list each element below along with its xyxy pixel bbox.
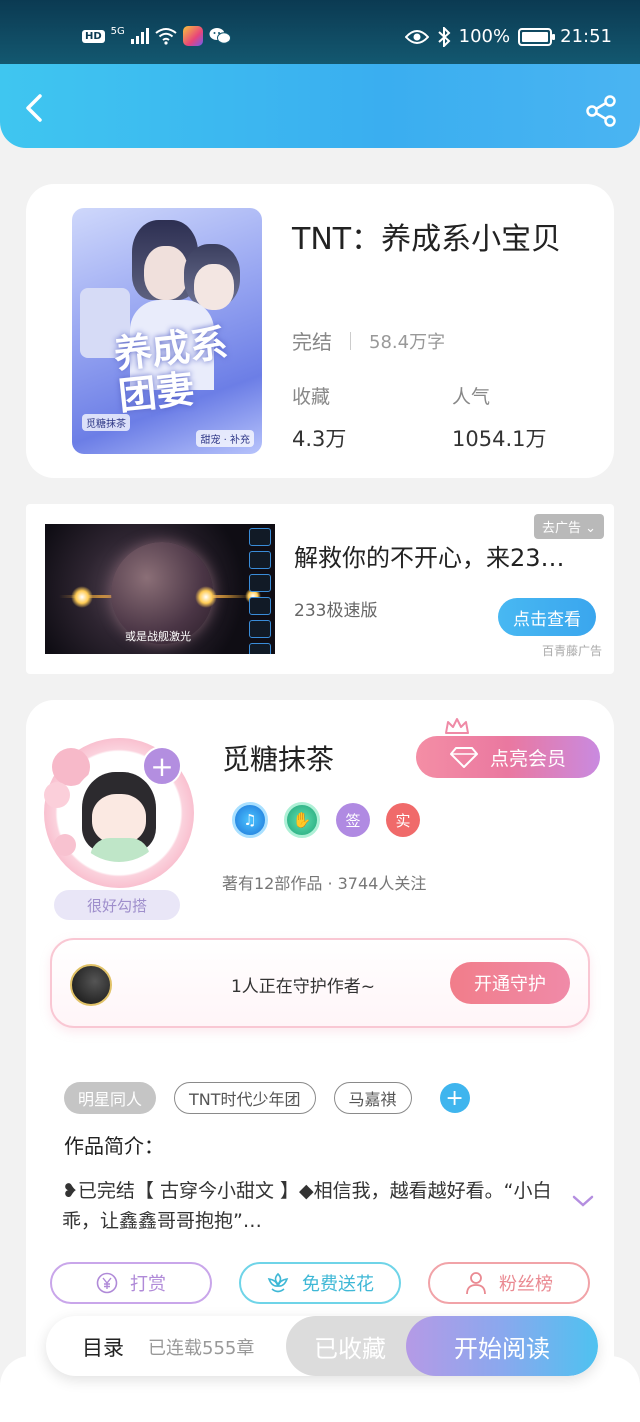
favorites-value: 4.3万 [292, 427, 347, 451]
popularity-stat: 人气 1054.1万 [452, 382, 546, 453]
wifi-icon [155, 28, 177, 45]
intro-label: 作品简介： [64, 1134, 164, 1158]
ad-caption: 或是战舰激光 [125, 630, 191, 643]
chapter-count[interactable]: 已连载555章 [148, 1334, 254, 1360]
verified-badge[interactable]: 实 [386, 803, 420, 837]
open-guard-button[interactable]: 开通守护 [450, 962, 570, 1004]
avatar-tag: 很好勾搭 [54, 890, 180, 920]
chevron-down-icon: ⌄ [585, 521, 596, 536]
remove-ad-button[interactable]: 去广告 ⌄ [533, 514, 604, 539]
cover-art [194, 264, 234, 310]
intro-text[interactable]: ❥已完结【 古穿今小甜文 】◆相信我，越看越好看。“小白乖，让鑫鑫哥哥抱抱”… [62, 1176, 556, 1236]
cover-author: 觅糖抹茶 [82, 414, 130, 431]
vip-button[interactable]: 点亮会员 [416, 736, 600, 778]
handshake-badge-icon[interactable]: ✋ [284, 802, 320, 838]
meta-divider [350, 331, 351, 350]
send-flower-label: 免费送花 [302, 1274, 374, 1295]
author-badges: ♫ ✋ 签 实 [232, 802, 420, 838]
ad-image[interactable]: 或是战舰激光 [45, 524, 275, 654]
user-icon [466, 1272, 486, 1295]
ad-banner[interactable]: 或是战舰激光 解救你的不开心，来233极速版 233极速版 去广告 ⌄ 点击查看… [26, 504, 614, 674]
music-badge-icon[interactable]: ♫ [232, 802, 268, 838]
book-title: TNT：养成系小宝贝 [292, 222, 562, 257]
flower-icon [267, 1272, 289, 1293]
ad-source: 百青藤广告 [541, 644, 602, 658]
book-cover[interactable]: 养成系团妻 觅糖抹茶 甜宠 · 补充 [72, 208, 262, 454]
yen-icon [96, 1272, 118, 1294]
tag-item[interactable]: TNT时代少年团 [174, 1082, 316, 1114]
tip-button[interactable]: 打赏 [50, 1262, 212, 1304]
follow-plus-button[interactable]: + [142, 746, 182, 786]
guard-panel: 1人正在守护作者~ 开通守护 [50, 938, 590, 1028]
ad-art [249, 528, 271, 654]
avatar-art [90, 838, 150, 862]
book-meta: 完结 58.4万字 [292, 326, 445, 355]
signed-badge[interactable]: 签 [336, 803, 370, 837]
favorites-label: 收藏 [292, 386, 331, 408]
author-name[interactable]: 觅糖抹茶 [222, 738, 334, 778]
crown-icon [445, 718, 469, 734]
share-icon[interactable] [584, 94, 618, 128]
ad-cta-button[interactable]: 点击查看 [498, 598, 596, 636]
tag-item[interactable]: 明星同人 [64, 1082, 157, 1114]
vip-label: 点亮会员 [489, 747, 566, 770]
favorites-stat: 收藏 4.3万 [292, 382, 346, 453]
signal-icon [130, 28, 149, 44]
app-notification-icon [182, 26, 203, 46]
send-flower-button[interactable]: 免费送花 [239, 1262, 401, 1304]
plus-icon: + [150, 749, 174, 783]
battery-icon [518, 27, 556, 46]
eye-icon [404, 29, 429, 44]
ad-art [195, 586, 217, 608]
tip-label: 打赏 [130, 1274, 166, 1295]
status-right: 100% 21:51 [404, 26, 612, 47]
toc-button[interactable]: 目录 [82, 1332, 124, 1362]
popularity-value: 1054.1万 [452, 427, 547, 451]
remove-ad-label: 去广告 [541, 521, 581, 536]
bluetooth-icon [437, 26, 451, 47]
popularity-label: 人气 [452, 386, 491, 408]
status-left: HD 5G [82, 26, 231, 46]
book-info-card: 养成系团妻 觅糖抹茶 甜宠 · 补充 TNT：养成系小宝贝 完结 58.4万字 … [26, 184, 614, 478]
flower-decoration [44, 782, 70, 808]
author-stats: 著有12部作品 · 3744人关注 [222, 874, 427, 893]
diamond-icon [449, 747, 478, 768]
wechat-icon [209, 28, 231, 44]
hd-badge: HD [82, 29, 105, 43]
add-tag-button[interactable]: + [439, 1083, 470, 1113]
start-reading-button[interactable]: 开始阅读 [406, 1316, 598, 1376]
back-arrow-icon[interactable] [18, 88, 54, 128]
bottom-action-bar: 目录 已连载555章 已收藏 开始阅读 [46, 1316, 598, 1376]
ad-subtitle: 233极速版 [294, 601, 378, 621]
network-label: 5G [110, 26, 125, 37]
tag-item[interactable]: 马嘉祺 [333, 1082, 412, 1114]
avatar-art [92, 794, 146, 844]
chevron-down-icon[interactable] [572, 1194, 594, 1208]
fans-rank-label: 粉丝榜 [499, 1274, 553, 1295]
clock: 21:51 [560, 26, 612, 47]
cover-art [144, 246, 188, 300]
plus-icon: + [445, 1085, 464, 1111]
book-status: 完结 [292, 330, 332, 354]
action-buttons: 打赏 免费送花 粉丝榜 [50, 1262, 590, 1304]
cover-title: 养成系团妻 [111, 319, 230, 419]
battery-percent: 100% [458, 26, 511, 47]
top-app-bar [0, 64, 640, 148]
author-card: + 很好勾搭 觅糖抹茶 点亮会员 ♫ ✋ 签 实 著有12部作品 · 3744人… [26, 700, 614, 1420]
status-bar: HD 5G 100% 21:51 [0, 0, 640, 64]
word-count: 58.4万字 [369, 331, 446, 353]
ad-art [71, 586, 93, 608]
fans-rank-button[interactable]: 粉丝榜 [428, 1262, 590, 1304]
cover-note: 甜宠 · 补充 [196, 430, 254, 447]
flower-decoration [54, 834, 76, 856]
tag-list: 明星同人 TNT时代少年团 马嘉祺 + [64, 1082, 470, 1114]
ad-title: 解救你的不开心，来233极速版 [294, 544, 576, 572]
